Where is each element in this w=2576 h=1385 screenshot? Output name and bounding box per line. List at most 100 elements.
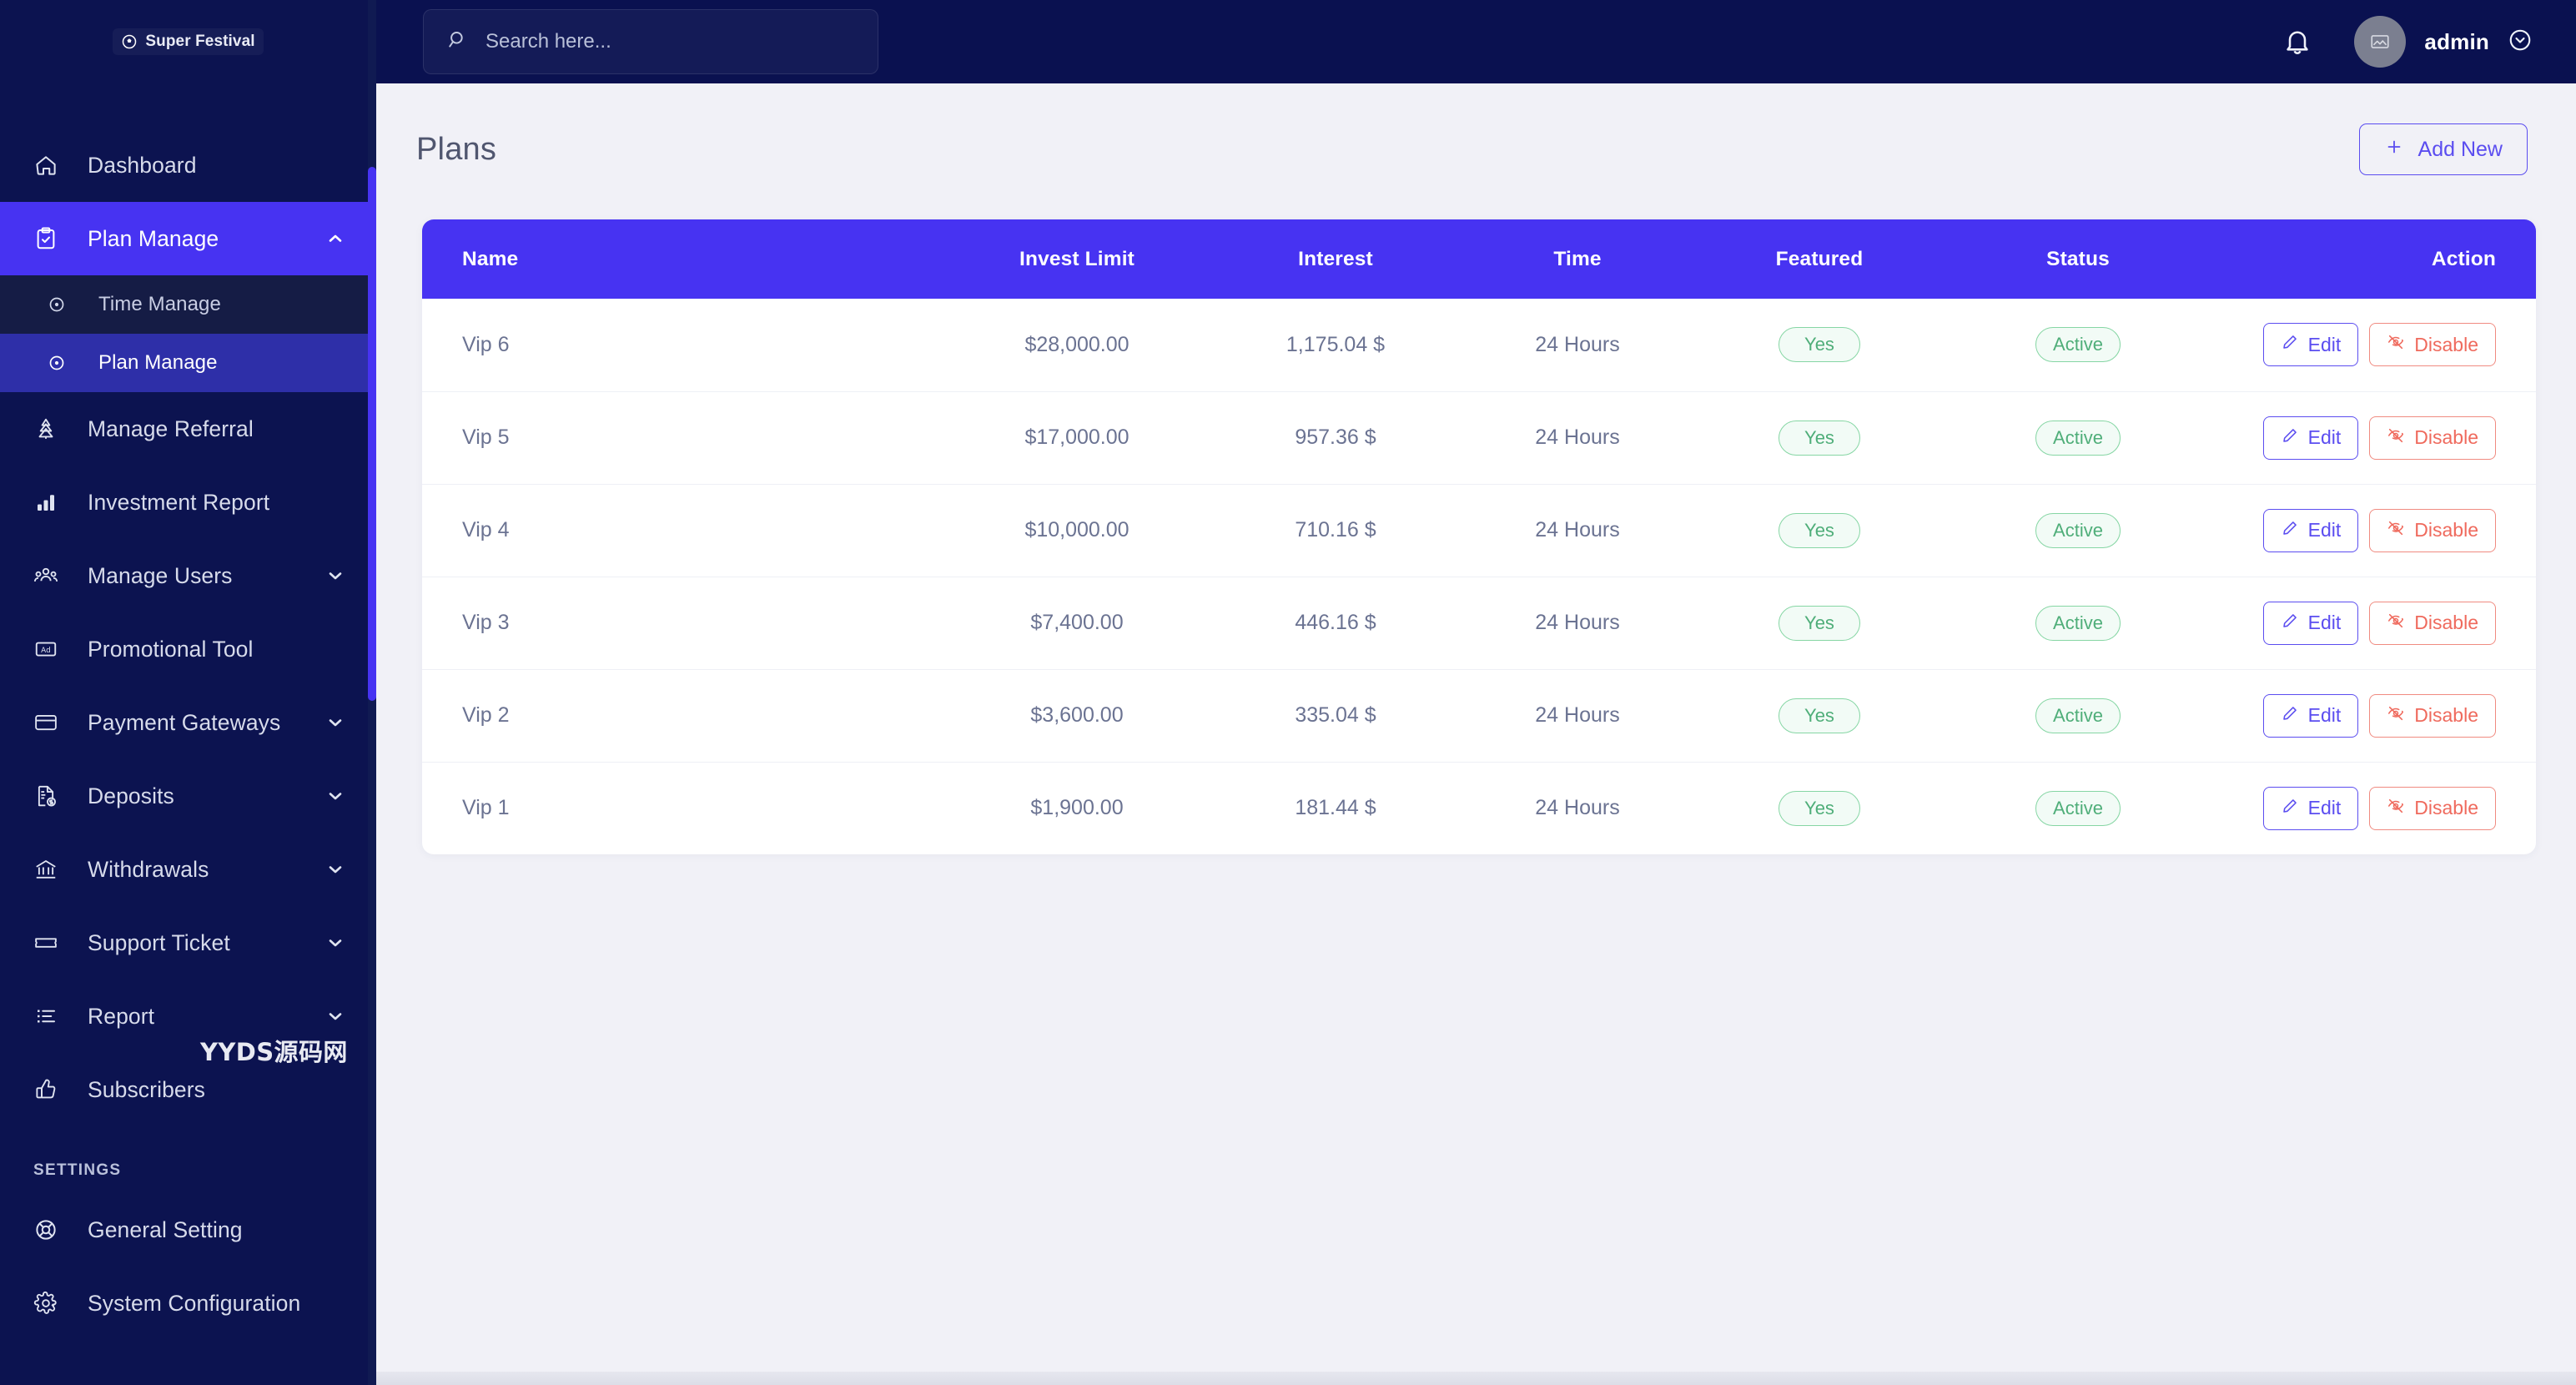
status-badge: Active xyxy=(2035,698,2121,733)
chevron-down-icon[interactable] xyxy=(323,786,348,806)
edit-button[interactable]: Edit xyxy=(2262,508,2359,552)
disable-label: Disable xyxy=(2414,519,2478,541)
col-header-status: Status xyxy=(2046,247,2110,270)
edit-button[interactable]: Edit xyxy=(2262,416,2359,460)
col-header-name: Name xyxy=(462,247,519,270)
sidebar-scrollbar-thumb[interactable] xyxy=(368,167,376,701)
sidebar-item-report[interactable]: Report xyxy=(0,980,376,1053)
disable-label: Disable xyxy=(2414,797,2478,819)
sidebar-scrollbar-track[interactable] xyxy=(368,0,376,1385)
add-new-button[interactable]: Add New xyxy=(2358,123,2528,175)
sidebar-item-label: Deposits xyxy=(88,783,174,808)
sidebar-item-general-setting[interactable]: General Setting xyxy=(0,1193,376,1267)
search-box[interactable] xyxy=(423,9,878,74)
cell-name: Vip 2 xyxy=(422,669,939,763)
sidebar-item-manage-users[interactable]: Manage Users xyxy=(0,539,376,612)
gear-icon xyxy=(33,1291,68,1316)
users-icon xyxy=(33,563,68,588)
cell-name: Vip 4 xyxy=(422,484,939,577)
edit-button[interactable]: Edit xyxy=(2262,693,2359,738)
cell-time: 24 Hours xyxy=(1457,391,1698,485)
sidebar-item-investment-report[interactable]: Investment Report xyxy=(0,466,376,539)
chevron-down-circle-icon[interactable] xyxy=(2508,28,2533,57)
cell-status: Active xyxy=(1940,484,2216,577)
cell-interest: 181.44 $ xyxy=(1295,796,1376,820)
edit-button[interactable]: Edit xyxy=(2262,323,2359,367)
sidebar-item-system-configuration[interactable]: System Configuration xyxy=(0,1267,376,1340)
sidebar-item-plan-manage[interactable]: Plan Manage xyxy=(0,202,376,275)
chevron-up-icon[interactable] xyxy=(323,229,348,249)
clipboard-check-icon xyxy=(33,226,68,251)
chevron-down-icon[interactable] xyxy=(323,566,348,586)
sidebar-item-label: Investment Report xyxy=(88,489,270,515)
sidebar-item-withdrawals[interactable]: Withdrawals xyxy=(0,833,376,906)
plans-table-card: Name Invest Limit Interest Time Featured… xyxy=(422,219,2536,854)
pencil-icon xyxy=(2281,333,2299,356)
disable-button[interactable]: Disable xyxy=(2369,601,2496,645)
cell-invest-limit: $7,400.00 xyxy=(939,577,1215,670)
disable-button[interactable]: Disable xyxy=(2369,693,2496,738)
file-dollar-icon xyxy=(33,783,68,808)
chevron-down-icon[interactable] xyxy=(323,933,348,953)
table-row: Vip 1 $1,900.00 181.44 $ 24 Hours Yes Active E… xyxy=(422,762,2536,854)
sidebar-item-label: Promotional Tool xyxy=(88,636,254,662)
sidebar-item-label: Withdrawals xyxy=(88,856,209,882)
home-icon xyxy=(33,153,68,178)
username-label: admin xyxy=(2424,28,2489,54)
brand-logo[interactable]: Super Festival xyxy=(0,0,376,83)
credit-card-icon xyxy=(33,710,68,735)
sidebar-item-dashboard[interactable]: Dashboard xyxy=(0,128,376,202)
edit-label: Edit xyxy=(2307,612,2342,633)
user-menu[interactable]: admin xyxy=(2354,16,2533,68)
sidebar-item-manage-referral[interactable]: Manage Referral xyxy=(0,392,376,466)
chevron-down-icon[interactable] xyxy=(323,713,348,733)
table-row: Vip 4 $10,000.00 710.16 $24 Hours Yes Active… xyxy=(422,484,2536,577)
sidebar-item-deposits[interactable]: Deposits xyxy=(0,759,376,833)
pencil-icon xyxy=(2281,797,2299,820)
cell-invest-limit: $3,600.00 xyxy=(939,669,1215,763)
sidebar-item-promotional-tool[interactable]: Ad Promotional Tool xyxy=(0,612,376,686)
ad-icon: Ad xyxy=(33,637,68,662)
featured-badge: Yes xyxy=(1779,327,1860,363)
horizontal-scrollbar[interactable] xyxy=(376,1372,2576,1385)
sidebar-item-plan-manage-sub[interactable]: Plan Manage xyxy=(0,334,376,392)
sidebar-item-label: Plan Manage xyxy=(98,351,218,374)
sidebar-item-label: General Setting xyxy=(88,1216,243,1242)
sidebar-item-subscribers[interactable]: Subscribers xyxy=(0,1053,376,1126)
cell-action: Edit Disable xyxy=(2216,391,2536,485)
cell-name: Vip 3 xyxy=(422,577,939,670)
edit-label: Edit xyxy=(2307,704,2342,726)
status-badge: Active xyxy=(2035,605,2121,641)
sidebar-item-payment-gateways[interactable]: Payment Gateways xyxy=(0,686,376,759)
disable-button[interactable]: Disable xyxy=(2369,323,2496,367)
col-header-time: Time xyxy=(1553,247,1602,270)
disable-button[interactable]: Disable xyxy=(2369,508,2496,552)
cell-featured: Yes xyxy=(1698,762,1940,854)
disable-label: Disable xyxy=(2414,704,2478,726)
sidebar-item-support-ticket[interactable]: Support Ticket xyxy=(0,906,376,980)
cell-time: 24 Hours xyxy=(1457,299,1698,392)
edit-button[interactable]: Edit xyxy=(2262,786,2359,830)
bell-icon[interactable] xyxy=(2271,15,2324,68)
search-input[interactable] xyxy=(486,30,854,53)
eye-off-icon xyxy=(2387,704,2405,728)
chevron-down-icon[interactable] xyxy=(323,1006,348,1026)
avatar xyxy=(2354,16,2407,68)
circle-dot-icon xyxy=(47,295,77,315)
disable-button[interactable]: Disable xyxy=(2369,416,2496,460)
featured-badge: Yes xyxy=(1779,790,1860,826)
disable-button[interactable]: Disable xyxy=(2369,786,2496,830)
chevron-down-icon[interactable] xyxy=(323,859,348,879)
sidebar-item-label: Dashboard xyxy=(88,152,197,178)
cell-interest: 710.16 $ xyxy=(1215,484,1457,577)
sidebar-section-label: SETTINGS xyxy=(33,1161,122,1179)
referral-tree-icon xyxy=(33,416,68,441)
featured-badge: Yes xyxy=(1779,420,1860,456)
disable-label: Disable xyxy=(2414,426,2478,448)
cell-time: 24 Hours xyxy=(1457,484,1698,577)
pencil-icon xyxy=(2281,519,2299,542)
sidebar-item-label: Subscribers xyxy=(88,1076,206,1102)
edit-button[interactable]: Edit xyxy=(2262,601,2359,645)
sidebar-item-time-manage[interactable]: Time Manage xyxy=(0,275,376,334)
cell-status: Active xyxy=(1940,669,2216,763)
